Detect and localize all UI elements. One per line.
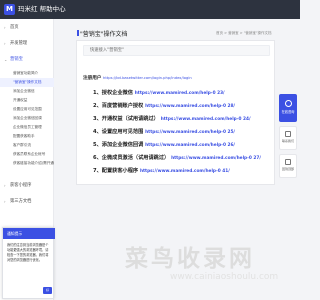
top-bar: M 玛米红 帮助中心	[0, 0, 300, 19]
chevron-down-icon: ⌄	[4, 57, 8, 62]
step-link[interactable]: https://www.mamired.com/help-0 41/	[140, 169, 230, 174]
app-title[interactable]: 玛米红 帮助中心	[18, 4, 66, 15]
notice-popup: 通知提示 我们的注意到当前浏览器是个功能更强大的浏览器环境，请检查一下您的浏览器…	[2, 227, 55, 299]
sidebar-item-label: 开发管理	[10, 41, 28, 46]
sidebar-subitem[interactable]: 开通权益	[0, 96, 54, 105]
sidebar-item-home[interactable]: › 首页	[0, 23, 54, 32]
online-consult-label: 在线咨询	[281, 110, 295, 114]
step-link[interactable]: https://www.mamired.com/help-0 28/	[145, 104, 235, 109]
step-link[interactable]: https://www.mamired.com/help-0 27/	[171, 156, 261, 161]
contact-us-label: 联系我们	[281, 139, 294, 143]
sidebar-subitem[interactable]: 设置应用可见范围	[0, 105, 54, 114]
sidebar-item-label: 获客小程序	[10, 183, 32, 188]
sidebar-subitem[interactable]: 获客链接功能介绍(需开通权益才...	[0, 159, 54, 168]
sidebar-subitem[interactable]: 添加企业微信	[0, 87, 54, 96]
back-to-top-button[interactable]: 回到顶部	[279, 154, 297, 178]
step-link[interactable]: https://www.mamired.com/help-0 25/	[145, 130, 235, 135]
step-label: 4、设置应用可见范围	[93, 129, 144, 135]
sidebar-item-label: 首页	[10, 25, 19, 30]
sidebar-item-label: 营销宝	[10, 57, 23, 62]
step-label: 1、授权企业微信	[93, 90, 133, 96]
chevron-right-icon: ›	[4, 183, 6, 188]
notice-title: 通知提示	[3, 228, 55, 239]
back-to-top-label: 回到顶部	[281, 167, 294, 171]
sidebar-item-mini-program[interactable]: › 获客小程序	[0, 181, 54, 190]
content-panel: 快速接入"营销宝" 注册用户 https://bd.basetwitter.co…	[76, 40, 275, 185]
step-link[interactable]: https://www.mamired.com/help-0 23/	[135, 91, 225, 96]
sidebar-subitem[interactable]: 添加企业微信回调	[0, 114, 54, 123]
notice-confirm-button[interactable]: 好	[43, 287, 52, 294]
step-item: 2、百度营销账户授权 https://www.mamired.com/help-…	[93, 102, 235, 109]
title-accent	[77, 30, 79, 36]
chevron-right-icon: ›	[4, 41, 6, 46]
step-link[interactable]: https://www.mamired.com/help-0 26/	[145, 143, 235, 148]
sidebar-subitem[interactable]: 营销宝功能简介	[0, 69, 54, 78]
step-item: 1、授权企业微信 https://www.mamired.com/help-0 …	[93, 89, 225, 96]
sidebar-item-third-party[interactable]: › 第三方文档	[0, 197, 54, 206]
intro-banner: 快速接入"营销宝"	[83, 45, 270, 56]
watermark-site: www.cainiaoshoulu.com	[170, 272, 279, 282]
step-item: 6、企微成员激活（试用请跳过） https://www.mamired.com/…	[93, 154, 261, 161]
step-label: 3、开通权益（试用请跳过）	[93, 116, 159, 122]
register-label: 注册用户	[83, 76, 102, 81]
watermark-logo: 菜鸟收录网	[125, 246, 255, 272]
online-consult-button[interactable]: 在线咨询	[279, 94, 297, 122]
sidebar-subitem[interactable]: 企业微信员工管理	[0, 123, 54, 132]
sidebar-subitem[interactable]: 获客员联系企业帐号	[0, 150, 54, 159]
chevron-right-icon: ›	[4, 199, 6, 204]
sidebar-item-dev[interactable]: › 开发管理	[0, 39, 54, 48]
app-logo[interactable]: M	[4, 4, 15, 15]
register-line: 注册用户 https://bd.basetwitter.com/login.ph…	[83, 75, 192, 81]
breadcrumb[interactable]: 首页 > 营销宝 > "营销宝"操作文档	[216, 31, 272, 36]
step-link[interactable]: https://www.mamired.com/help-0 24/	[161, 117, 251, 122]
sidebar-subitem-current[interactable]: "营销宝"操作文档	[0, 78, 54, 87]
register-link[interactable]: https://bd.basetwitter.com/login.php/ind…	[103, 76, 192, 80]
phone-icon	[285, 131, 291, 137]
chat-icon	[284, 100, 292, 107]
sidebar-subitem[interactable]: 配置获客助手	[0, 132, 54, 141]
sidebar-item-label: 第三方文档	[10, 199, 32, 204]
arrow-up-icon	[285, 159, 291, 165]
sidebar-item-marketing[interactable]: ⌄ 营销宝	[0, 55, 54, 64]
chevron-right-icon: ›	[4, 25, 6, 30]
floating-action-bar: 在线咨询 联系我们 回到顶部	[279, 94, 299, 181]
step-label: 7、配置获客小程序	[93, 168, 139, 174]
step-item: 4、设置应用可见范围 https://www.mamired.com/help-…	[93, 128, 235, 135]
step-item: 7、配置获客小程序 https://www.mamired.com/help-0…	[93, 167, 230, 174]
page-title: "营销宝"操作文档	[80, 31, 128, 38]
sidebar-subitem[interactable]: 客户群引流	[0, 141, 54, 150]
step-label: 6、企微成员激活（试用请跳过）	[93, 155, 170, 161]
step-label: 2、百度营销账户授权	[93, 103, 144, 109]
notice-body: 我们的注意到当前浏览器是个功能更强大的浏览器环境，请检查一下您的浏览器，我们将对…	[7, 243, 49, 262]
step-item: 5、添加企业微信回调 https://www.mamired.com/help-…	[93, 141, 235, 148]
step-label: 5、添加企业微信回调	[93, 142, 144, 148]
step-item: 3、开通权益（试用请跳过） https://www.mamired.com/he…	[93, 115, 251, 122]
contact-us-button[interactable]: 联系我们	[279, 126, 297, 150]
